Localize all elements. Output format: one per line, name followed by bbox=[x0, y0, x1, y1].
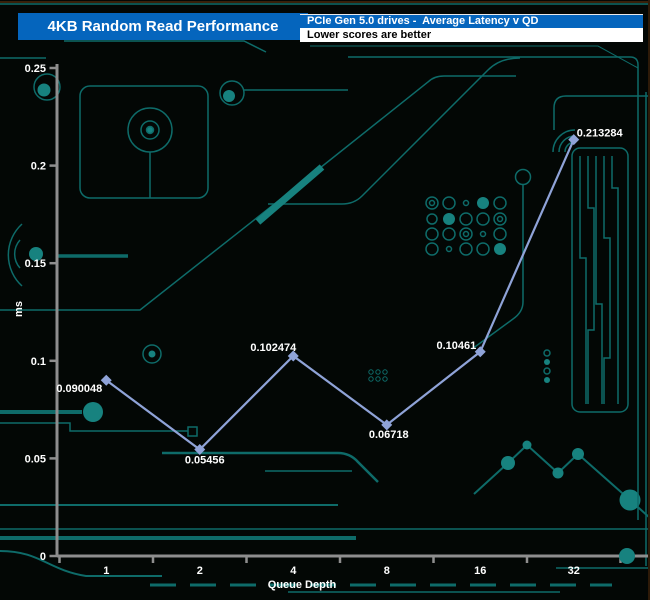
chart-title-box: 4KB Random Read Performance bbox=[18, 13, 308, 40]
x-tick-label: 16 bbox=[474, 565, 486, 577]
y-tick-label: 0.15 bbox=[25, 258, 46, 270]
data-point-label: 0.06718 bbox=[369, 429, 409, 441]
chart-note-bar: Lower scores are better bbox=[300, 28, 643, 42]
data-point-label: 0.090048 bbox=[56, 383, 102, 395]
data-point-label: 0.213284 bbox=[577, 128, 624, 140]
frame-border-top bbox=[0, 1, 650, 3]
y-axis-title: ms bbox=[13, 301, 25, 317]
chart-subheader: PCIe Gen 5.0 drives - Average Latency v … bbox=[300, 14, 643, 42]
axis-end-node bbox=[619, 548, 635, 564]
x-axis-title: Queue Depth bbox=[268, 579, 337, 591]
y-tick-label: 0.2 bbox=[31, 161, 46, 173]
x-tick-label: 8 bbox=[384, 565, 390, 577]
x-tick-label: 32 bbox=[568, 565, 580, 577]
chart-canvas: 0 0.05 0.1 0.15 0.2 0.25 1 2 4 8 16 32 ms Queue Depth… bbox=[0, 0, 650, 600]
y-tick-label: 0.25 bbox=[25, 63, 46, 75]
data-point-label: 0.05456 bbox=[185, 454, 225, 466]
latency-line bbox=[106, 140, 574, 450]
y-tick-label: 0 bbox=[40, 551, 46, 563]
y-tick-label: 0.05 bbox=[25, 453, 46, 465]
chart-screenshot: 0 0.05 0.1 0.15 0.2 0.25 1 2 4 8 16 32 ms Queue Depth… bbox=[0, 0, 650, 600]
x-tick-label: 2 bbox=[197, 565, 203, 577]
x-tick-label: 4 bbox=[290, 565, 297, 577]
data-series-layer: 0.090048 0.05456 0.102474 0.06718 0.10461 0.2… bbox=[56, 128, 623, 467]
data-point-label: 0.10461 bbox=[436, 340, 476, 352]
y-tick-label: 0.1 bbox=[31, 356, 46, 368]
x-tick-label: 1 bbox=[103, 565, 109, 577]
chart-subtitle-bar: PCIe Gen 5.0 drives - Average Latency v … bbox=[300, 14, 643, 28]
axes-layer: 0 0.05 0.1 0.15 0.2 0.25 1 2 4 8 16 32 ms Queue Depth bbox=[13, 63, 648, 591]
chart-title: 4KB Random Read Performance bbox=[48, 18, 279, 35]
data-point-label: 0.102474 bbox=[250, 342, 297, 354]
circuit-board-pattern bbox=[0, 4, 650, 592]
